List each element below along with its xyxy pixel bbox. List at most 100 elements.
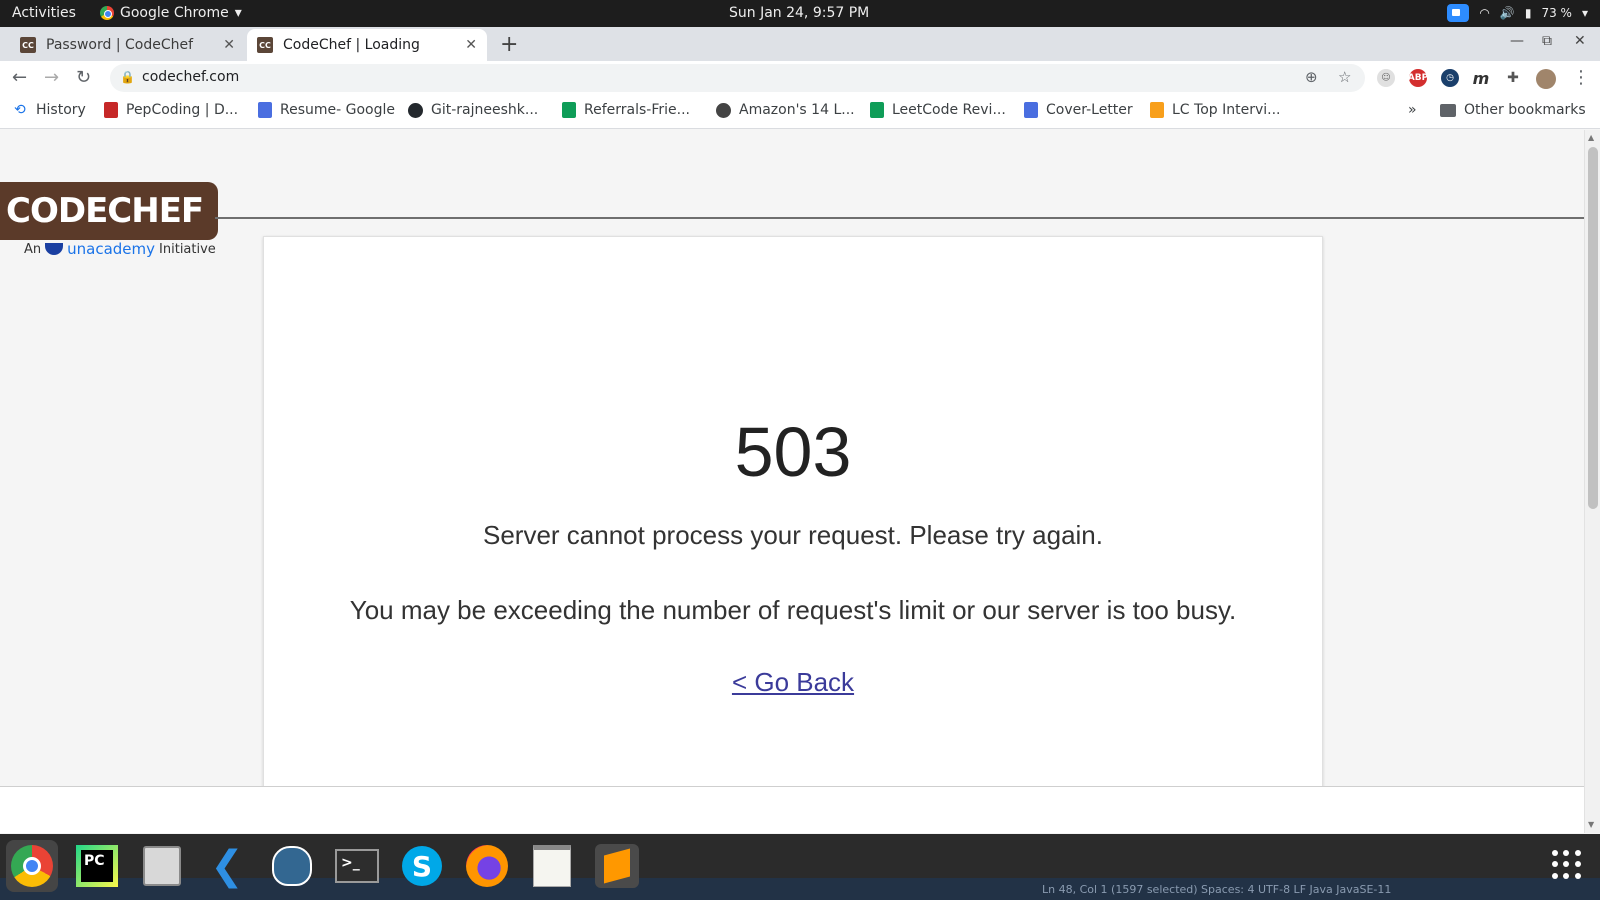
postgres-dock-icon[interactable] xyxy=(266,840,318,892)
profile-avatar[interactable] xyxy=(1536,69,1556,89)
tagline-prefix: An xyxy=(24,241,42,257)
app-grid-dot xyxy=(1574,872,1581,879)
folder-icon xyxy=(1440,103,1456,117)
extension-face-icon[interactable]: ☺ xyxy=(1377,69,1395,87)
url-text[interactable]: codechef.com xyxy=(142,69,239,85)
activities-button[interactable]: Activities xyxy=(12,5,76,21)
scroll-down-icon[interactable]: ▼ xyxy=(1588,820,1594,829)
firefox-dock-icon[interactable] xyxy=(461,840,513,892)
page-scrollbar[interactable]: ▲ ▼ xyxy=(1584,130,1600,833)
app-grid-dot xyxy=(1563,850,1570,856)
error-detail: You may be exceeding the number of reque… xyxy=(349,595,1237,625)
google-sheets-icon xyxy=(870,102,884,118)
maximize-button[interactable]: ⧉ xyxy=(1542,33,1552,49)
chrome-dock-icon[interactable] xyxy=(6,840,58,892)
adblock-plus-icon[interactable]: ABP xyxy=(1408,69,1428,87)
google-docs-icon xyxy=(1024,102,1038,118)
history-icon: ⟲ xyxy=(14,102,26,118)
app-grid-dot xyxy=(1552,861,1558,868)
address-bar[interactable]: 🔒 codechef.com ⊕ ☆ xyxy=(110,64,1365,92)
ubuntu-dock: Ln 48, Col 1 (1597 selected) Spaces: 4 U… xyxy=(0,834,1600,900)
error-message: Server cannot process your request. Plea… xyxy=(483,520,1103,550)
files-dock-icon[interactable] xyxy=(136,840,188,892)
tab-title: CodeChef | Loading xyxy=(283,37,420,53)
menu-kebab-icon[interactable]: ⋮ xyxy=(1572,67,1590,88)
scroll-up-icon[interactable]: ▲ xyxy=(1588,133,1594,142)
error-card: 503 Server cannot process your request. … xyxy=(263,236,1323,833)
text-editor-dock-icon[interactable] xyxy=(526,840,578,892)
battery-percent: 73 % xyxy=(1541,6,1572,20)
other-bookmarks-folder[interactable]: Other bookmarks xyxy=(1440,102,1586,118)
app-grid-dot xyxy=(1574,861,1581,868)
header-divider xyxy=(215,217,1584,219)
sublime-icon xyxy=(595,844,639,888)
forward-button[interactable]: → xyxy=(44,67,59,88)
close-icon[interactable]: ✕ xyxy=(465,37,477,53)
app-grid-dot xyxy=(1574,850,1581,856)
bookmark-amazon[interactable]: Amazon's 14 L... xyxy=(716,102,855,118)
notepad-icon xyxy=(533,845,571,887)
codechef-logo[interactable]: CODECHEF xyxy=(0,182,218,240)
app-grid-dot xyxy=(1563,861,1570,868)
wifi-icon: ◠ xyxy=(1479,6,1490,20)
app-menu[interactable]: Google Chrome ▾ xyxy=(100,5,242,21)
tab-title: Password | CodeChef xyxy=(46,37,194,53)
terminal-icon: >_ xyxy=(335,849,379,883)
codechef-favicon-icon: CC xyxy=(20,37,36,53)
bookmark-leetcode-revision[interactable]: LeetCode Revi... xyxy=(870,102,1006,118)
lock-icon[interactable]: 🔒 xyxy=(120,70,135,84)
pycharm-icon: PC xyxy=(76,845,118,887)
bookmark-git[interactable]: Git-rajneeshk... xyxy=(408,102,538,118)
skype-dock-icon[interactable]: S xyxy=(396,840,448,892)
bookmark-label: LeetCode Revi... xyxy=(892,102,1006,118)
bookmark-label: Referrals-Frie... xyxy=(584,102,690,118)
zoom-app-icon[interactable] xyxy=(1447,4,1470,22)
browser-toolbar: ← → ↻ 🔒 codechef.com ⊕ ☆ ☺ ABP ◷ m ✚ ⋮ xyxy=(0,61,1600,95)
elephant-icon xyxy=(272,846,312,886)
window-close-button[interactable]: ✕ xyxy=(1574,33,1586,49)
pycharm-dock-icon[interactable]: PC xyxy=(71,840,123,892)
bookmark-resume-google[interactable]: Resume- Google xyxy=(258,102,395,118)
reload-button[interactable]: ↻ xyxy=(76,67,91,88)
chrome-icon xyxy=(11,845,53,887)
bookmark-pepcoding[interactable]: PepCoding | D... xyxy=(104,102,238,118)
scroll-thumb[interactable] xyxy=(1588,147,1598,509)
pycharm-label: PC xyxy=(81,850,113,882)
tab-strip: CC Password | CodeChef ✕ CC CodeChef | L… xyxy=(0,27,1600,61)
bookmark-label: History xyxy=(36,102,86,118)
back-button[interactable]: ← xyxy=(12,67,27,88)
bookmark-history[interactable]: ⟲ History xyxy=(14,102,86,118)
vscode-dock-icon[interactable]: ❮ xyxy=(201,840,253,892)
pepcoding-icon xyxy=(104,102,118,118)
new-tab-button[interactable]: + xyxy=(500,32,518,57)
page-footer xyxy=(0,786,1584,833)
zoom-magnifier-icon[interactable]: ⊕ xyxy=(1305,68,1318,86)
show-applications-icon[interactable] xyxy=(1552,850,1582,880)
file-cabinet-icon xyxy=(143,846,181,886)
bookmarks-overflow-button[interactable]: » xyxy=(1408,102,1417,118)
bookmark-label: Other bookmarks xyxy=(1464,102,1586,118)
close-icon[interactable]: ✕ xyxy=(223,37,235,53)
minimize-button[interactable]: — xyxy=(1510,33,1524,49)
bookmark-lc-top-interview[interactable]: LC Top Intervi... xyxy=(1150,102,1281,118)
go-back-link[interactable]: < Go Back xyxy=(264,667,1322,698)
app-grid-dot xyxy=(1563,872,1570,879)
sublime-icon-mark xyxy=(604,848,630,884)
tab-password-codechef[interactable]: CC Password | CodeChef ✕ xyxy=(10,29,245,61)
terminal-dock-icon[interactable]: >_ xyxy=(331,840,383,892)
codechef-favicon-icon: CC xyxy=(257,37,273,53)
tab-codechef-loading[interactable]: CC CodeChef | Loading ✕ xyxy=(247,29,487,61)
bookmark-label: Resume- Google xyxy=(280,102,396,118)
clock-extension-icon[interactable]: ◷ xyxy=(1441,69,1459,87)
bookmark-star-icon[interactable]: ☆ xyxy=(1338,68,1351,86)
background-status-bar: Ln 48, Col 1 (1597 selected) Spaces: 4 U… xyxy=(1042,883,1392,896)
clock[interactable]: Sun Jan 24, 9:57 PM xyxy=(729,5,869,21)
bookmark-cover-letter[interactable]: Cover-Letter xyxy=(1024,102,1133,118)
system-tray[interactable]: ◠ 🔊 ▮ 73 % ▾ xyxy=(1447,4,1588,22)
bookmark-referrals[interactable]: Referrals-Frie... xyxy=(562,102,690,118)
github-icon xyxy=(408,102,423,118)
m-extension-icon[interactable]: m xyxy=(1472,69,1490,88)
extensions-puzzle-icon[interactable]: ✚ xyxy=(1504,69,1522,87)
sublime-dock-icon[interactable] xyxy=(591,840,643,892)
skype-icon: S xyxy=(402,846,442,886)
